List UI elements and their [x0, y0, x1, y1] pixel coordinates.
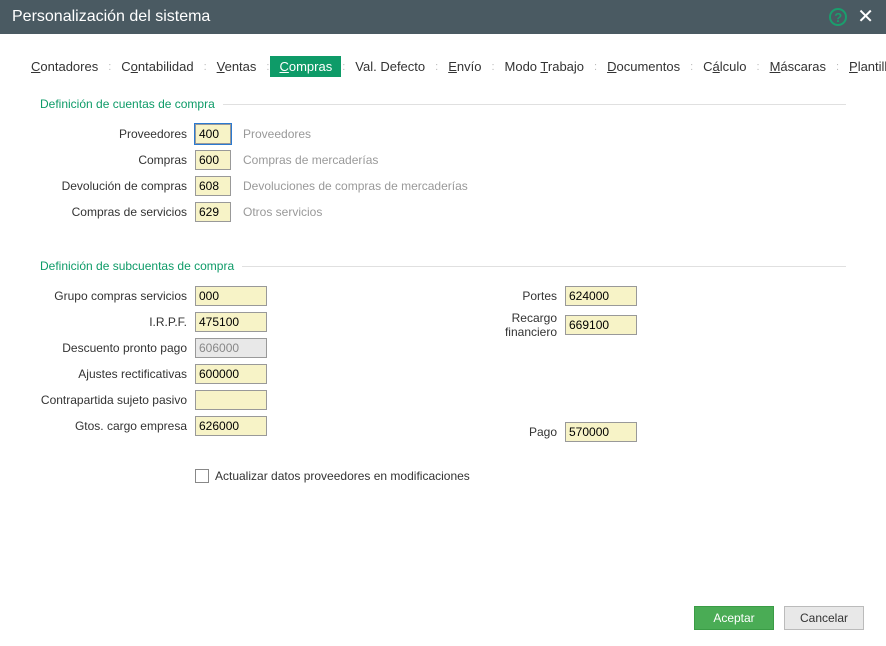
- subaccount-row: Recargo financiero: [460, 311, 846, 339]
- account-desc: Compras de mercaderías: [243, 153, 378, 167]
- subaccount-input-i-r-p-f-[interactable]: [195, 312, 267, 332]
- subaccount-row: Contrapartida sujeto pasivo: [40, 389, 460, 411]
- group1-header: Definición de cuentas de compra: [40, 97, 846, 111]
- tab-m-scaras[interactable]: Máscaras: [761, 56, 835, 77]
- tab-ventas[interactable]: Ventas: [208, 56, 266, 77]
- account-desc: Proveedores: [243, 127, 311, 141]
- account-label: Devolución de compras: [40, 179, 195, 193]
- subaccount-label: Recargo financiero: [460, 311, 565, 339]
- accept-button[interactable]: Aceptar: [694, 606, 774, 630]
- tab-separator: :: [836, 61, 839, 73]
- tab-separator: :: [435, 61, 438, 73]
- account-input-compras[interactable]: [195, 150, 231, 170]
- close-icon[interactable]: ✕: [857, 7, 874, 27]
- subaccount-input-ajustes-rectificativas[interactable]: [195, 364, 267, 384]
- subaccount-row: Portes: [460, 285, 846, 307]
- spacer: [460, 343, 846, 365]
- tab-separator: :: [690, 61, 693, 73]
- subaccount-input-portes[interactable]: [565, 286, 637, 306]
- account-desc: Otros servicios: [243, 205, 322, 219]
- account-input-proveedores[interactable]: [195, 124, 231, 144]
- tab-plantillas[interactable]: Plantillas: [840, 56, 886, 77]
- account-row: Devolución de compras Devoluciones de com…: [40, 175, 846, 197]
- group1-line: [223, 104, 846, 105]
- tab-separator: :: [204, 61, 207, 73]
- subaccount-row: Ajustes rectificativas: [40, 363, 460, 385]
- help-icon[interactable]: ?: [829, 8, 847, 26]
- subaccount-row: Grupo compras servicios: [40, 285, 460, 307]
- subaccount-input-grupo-compras-servicios[interactable]: [195, 286, 267, 306]
- window-title: Personalización del sistema: [12, 8, 829, 26]
- spacer: [460, 369, 846, 391]
- account-label: Proveedores: [40, 127, 195, 141]
- subaccount-label: Portes: [460, 289, 565, 303]
- group2-line: [242, 266, 846, 267]
- subaccount-input-contrapartida-sujeto-pasivo[interactable]: [195, 390, 267, 410]
- subaccount-row: Gtos. cargo empresa: [40, 415, 460, 437]
- subaccount-input-descuento-pronto-pago: [195, 338, 267, 358]
- tab-compras[interactable]: Compras: [270, 56, 341, 77]
- account-label: Compras: [40, 153, 195, 167]
- group2-header: Definición de subcuentas de compra: [40, 259, 846, 273]
- tab-contadores[interactable]: Contadores: [22, 56, 107, 77]
- account-row: Compras Compras de mercaderías: [40, 149, 846, 171]
- main-content: Definición de cuentas de compra Proveedo…: [0, 77, 886, 483]
- account-input-compras-de-servicios[interactable]: [195, 202, 231, 222]
- account-row: Compras de servicios Otros servicios: [40, 201, 846, 223]
- subaccount-label: I.R.P.F.: [40, 315, 195, 329]
- cancel-button[interactable]: Cancelar: [784, 606, 864, 630]
- group1-title: Definición de cuentas de compra: [40, 97, 215, 111]
- subaccount-label: Gtos. cargo empresa: [40, 419, 195, 433]
- account-row: Proveedores Proveedores: [40, 123, 846, 145]
- checkbox-label: Actualizar datos proveedores en modifica…: [215, 469, 470, 483]
- update-providers-checkbox[interactable]: [195, 469, 209, 483]
- tab-separator: :: [491, 61, 494, 73]
- subaccount-input-recargo-financiero[interactable]: [565, 315, 637, 335]
- group2-title: Definición de subcuentas de compra: [40, 259, 234, 273]
- spacer: [460, 395, 846, 417]
- tab-separator: :: [108, 61, 111, 73]
- subaccount-input-gtos-cargo-empresa[interactable]: [195, 416, 267, 436]
- tab-modo-trabajo[interactable]: Modo Trabajo: [496, 56, 594, 77]
- account-input-devoluci-n-de-compras[interactable]: [195, 176, 231, 196]
- subaccount-label: Contrapartida sujeto pasivo: [40, 393, 195, 407]
- tab-c-lculo[interactable]: Cálculo: [694, 56, 755, 77]
- footer: Aceptar Cancelar: [694, 606, 864, 630]
- subaccount-row: I.R.P.F.: [40, 311, 460, 333]
- account-desc: Devoluciones de compras de mercaderías: [243, 179, 468, 193]
- tab-separator: :: [266, 61, 269, 73]
- tab-val-defecto[interactable]: Val. Defecto: [346, 56, 434, 77]
- tab-env-o[interactable]: Envío: [439, 56, 490, 77]
- titlebar: Personalización del sistema ? ✕: [0, 0, 886, 34]
- tab-separator: :: [342, 61, 345, 73]
- tab-documentos[interactable]: Documentos: [598, 56, 689, 77]
- subaccount-input-pago[interactable]: [565, 422, 637, 442]
- checkbox-row: Actualizar datos proveedores en modifica…: [195, 469, 846, 483]
- subaccount-label: Descuento pronto pago: [40, 341, 195, 355]
- tab-contabilidad[interactable]: Contabilidad: [112, 56, 202, 77]
- subaccount-row: Pago: [460, 421, 846, 443]
- subaccount-label: Grupo compras servicios: [40, 289, 195, 303]
- account-label: Compras de servicios: [40, 205, 195, 219]
- tab-bar: Contadores:Contabilidad:Ventas:Compras:V…: [0, 56, 886, 77]
- tab-separator: :: [594, 61, 597, 73]
- subaccount-label: Ajustes rectificativas: [40, 367, 195, 381]
- tab-separator: :: [757, 61, 760, 73]
- subaccount-label: Pago: [460, 425, 565, 439]
- subaccount-row: Descuento pronto pago: [40, 337, 460, 359]
